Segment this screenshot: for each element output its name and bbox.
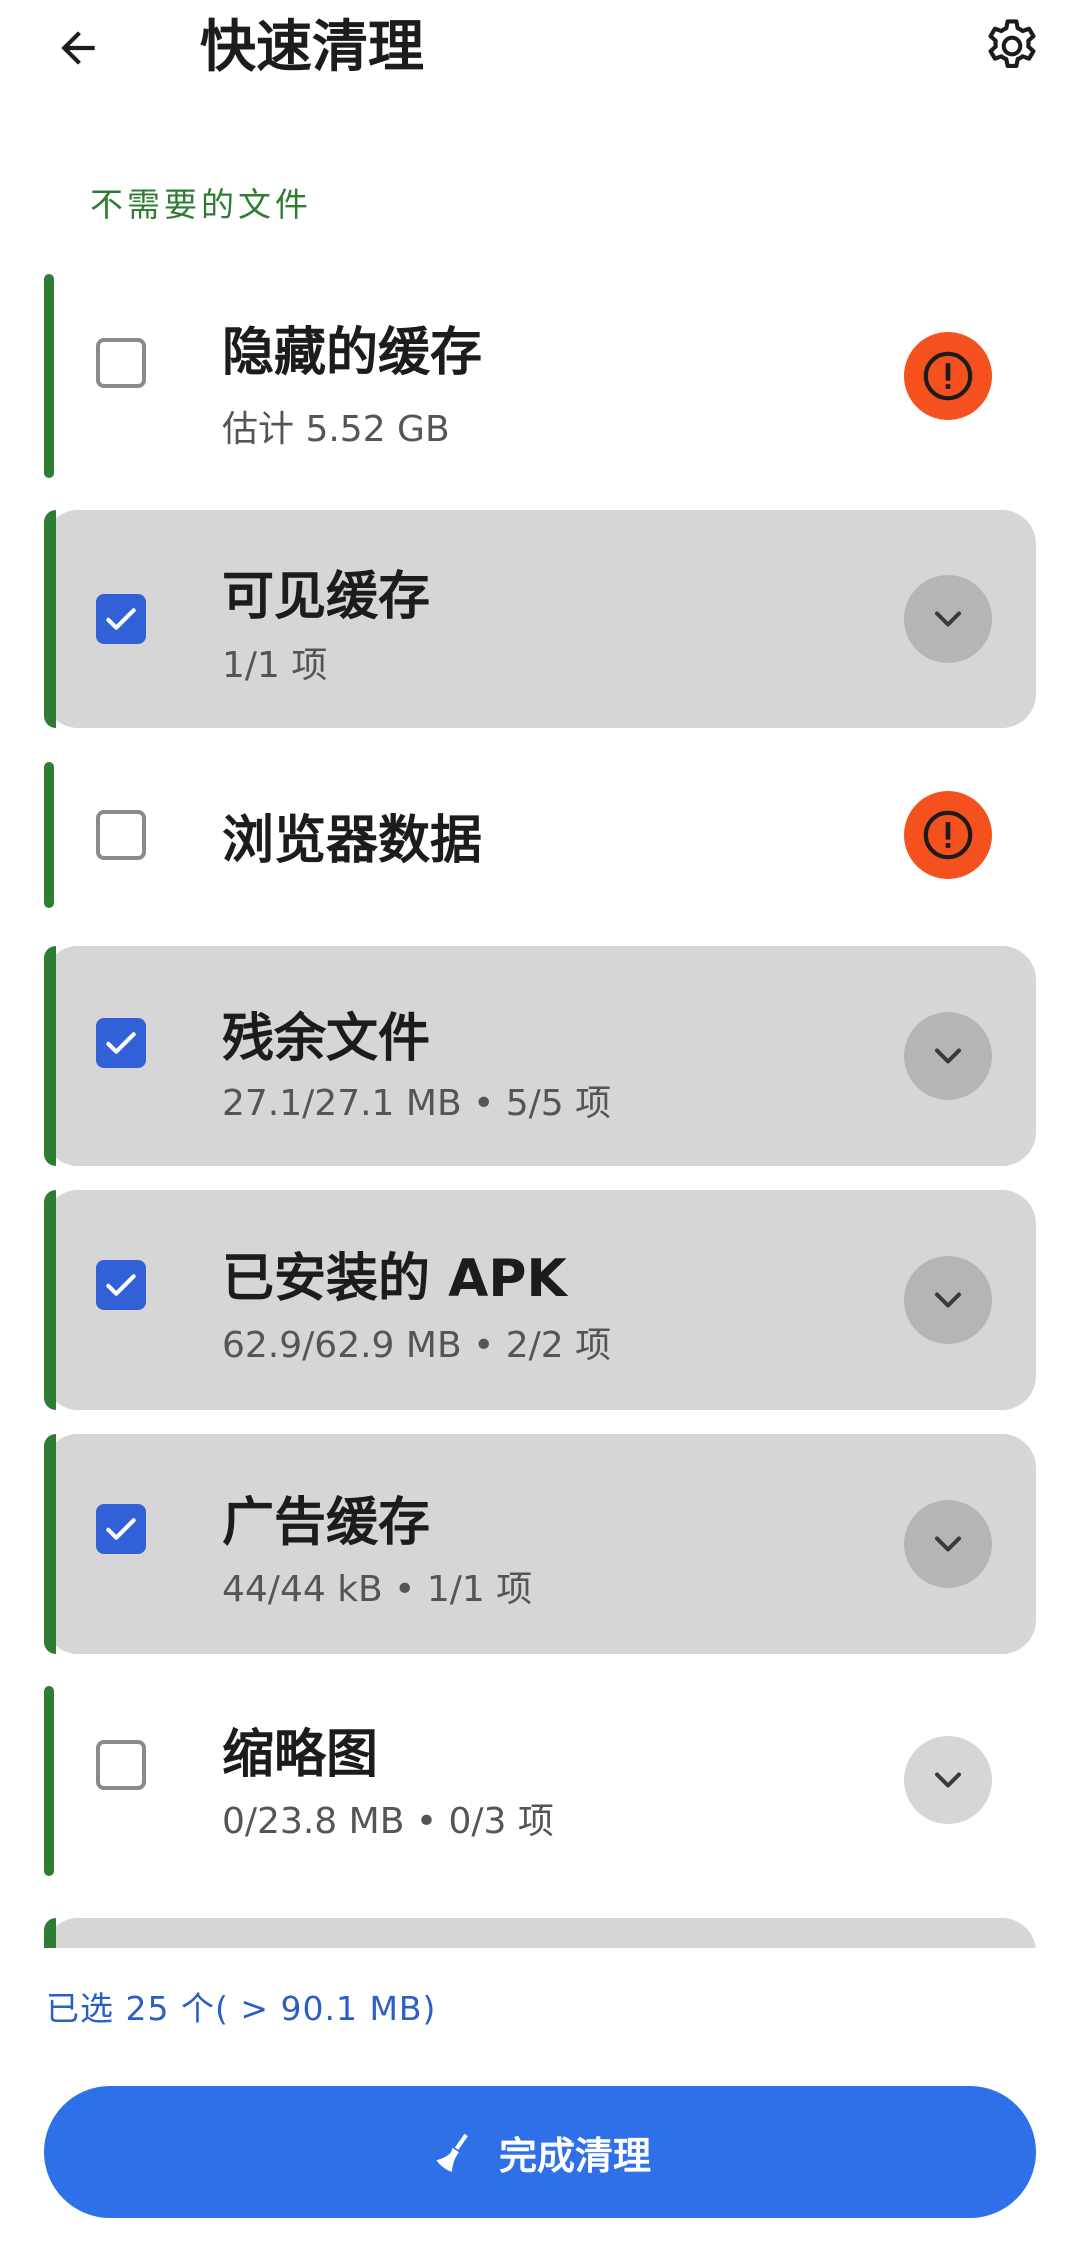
warning-button[interactable] — [904, 791, 992, 879]
expand-button[interactable] — [904, 1500, 992, 1588]
check-icon — [106, 608, 136, 630]
section-label: 不需要的文件 — [90, 185, 312, 224]
settings-button[interactable] — [980, 14, 1044, 78]
item-checkbox[interactable] — [96, 1504, 146, 1554]
list-item-residual-files[interactable]: 残余文件 27.1/27.1 MB • 5/5 项 — [44, 946, 1036, 1166]
bottom-panel: 已选 25 个( > 90.1 MB) 完成清理 — [0, 1948, 1079, 2262]
list-item-partial[interactable] — [44, 1918, 1036, 1948]
check-icon — [106, 1032, 136, 1054]
chevron-down-icon — [934, 611, 962, 627]
item-checkbox[interactable] — [96, 1018, 146, 1068]
finish-cleanup-label: 完成清理 — [498, 2133, 651, 2178]
expand-button[interactable] — [904, 575, 992, 663]
chevron-down-icon — [934, 1536, 962, 1552]
chevron-down-icon — [934, 1772, 962, 1788]
category-indicator — [44, 1434, 56, 1654]
category-indicator — [44, 762, 54, 908]
item-subtitle: 估计 5.52 GB — [222, 409, 450, 450]
item-subtitle: 44/44 kB • 1/1 项 — [222, 1569, 533, 1610]
page-title: 快速清理 — [200, 15, 424, 80]
list-item-visible-cache[interactable]: 可见缓存 1/1 项 — [44, 510, 1036, 728]
item-checkbox[interactable] — [96, 810, 146, 860]
list-item-browser-data[interactable]: 浏览器数据 — [44, 754, 1036, 916]
category-indicator — [44, 1918, 56, 1948]
back-button[interactable] — [50, 20, 106, 76]
arrow-left-icon — [61, 31, 95, 65]
junk-category-list: 隐藏的缓存 估计 5.52 GB 可见缓存 1/1 项 浏览器数据 残余文件 2… — [44, 266, 1036, 1948]
finish-cleanup-button[interactable]: 完成清理 — [44, 2086, 1036, 2218]
list-item-ad-cache[interactable]: 广告缓存 44/44 kB • 1/1 项 — [44, 1434, 1036, 1654]
item-title: 残余文件 — [222, 1009, 431, 1069]
category-indicator — [44, 274, 54, 478]
item-subtitle: 27.1/27.1 MB • 5/5 项 — [222, 1083, 612, 1124]
item-subtitle: 62.9/62.9 MB • 2/2 项 — [222, 1325, 612, 1366]
category-indicator — [44, 946, 56, 1166]
selected-summary: 已选 25 个( > 90.1 MB) — [46, 1989, 437, 2028]
item-subtitle: 1/1 项 — [222, 645, 328, 686]
broom-icon — [429, 2129, 475, 2175]
item-title: 广告缓存 — [222, 1493, 431, 1553]
alert-icon — [923, 810, 973, 860]
expand-button[interactable] — [904, 1736, 992, 1824]
check-icon — [106, 1274, 136, 1296]
list-item-thumbnails[interactable]: 缩略图 0/23.8 MB • 0/3 项 — [44, 1678, 1036, 1884]
item-subtitle: 0/23.8 MB • 0/3 项 — [222, 1801, 554, 1842]
item-checkbox[interactable] — [96, 338, 146, 388]
item-title: 缩略图 — [222, 1725, 379, 1785]
item-title: 可见缓存 — [222, 567, 431, 627]
item-checkbox[interactable] — [96, 1740, 146, 1790]
item-checkbox[interactable] — [96, 594, 146, 644]
item-checkbox[interactable] — [96, 1260, 146, 1310]
category-indicator — [44, 1686, 54, 1876]
alert-icon — [923, 351, 973, 401]
chevron-down-icon — [934, 1048, 962, 1064]
app-bar: 快速清理 — [0, 0, 1079, 100]
list-item-installed-apk[interactable]: 已安装的 APK 62.9/62.9 MB • 2/2 项 — [44, 1190, 1036, 1410]
gear-icon — [988, 19, 1036, 68]
category-indicator — [44, 1190, 56, 1410]
list-item-hidden-cache[interactable]: 隐藏的缓存 估计 5.52 GB — [44, 266, 1036, 486]
item-title: 已安装的 APK — [222, 1249, 567, 1309]
warning-button[interactable] — [904, 332, 992, 420]
item-title: 隐藏的缓存 — [222, 323, 483, 383]
expand-button[interactable] — [904, 1012, 992, 1100]
item-title: 浏览器数据 — [222, 811, 483, 871]
category-indicator — [44, 510, 56, 728]
chevron-down-icon — [934, 1292, 962, 1308]
check-icon — [106, 1518, 136, 1540]
expand-button[interactable] — [904, 1256, 992, 1344]
